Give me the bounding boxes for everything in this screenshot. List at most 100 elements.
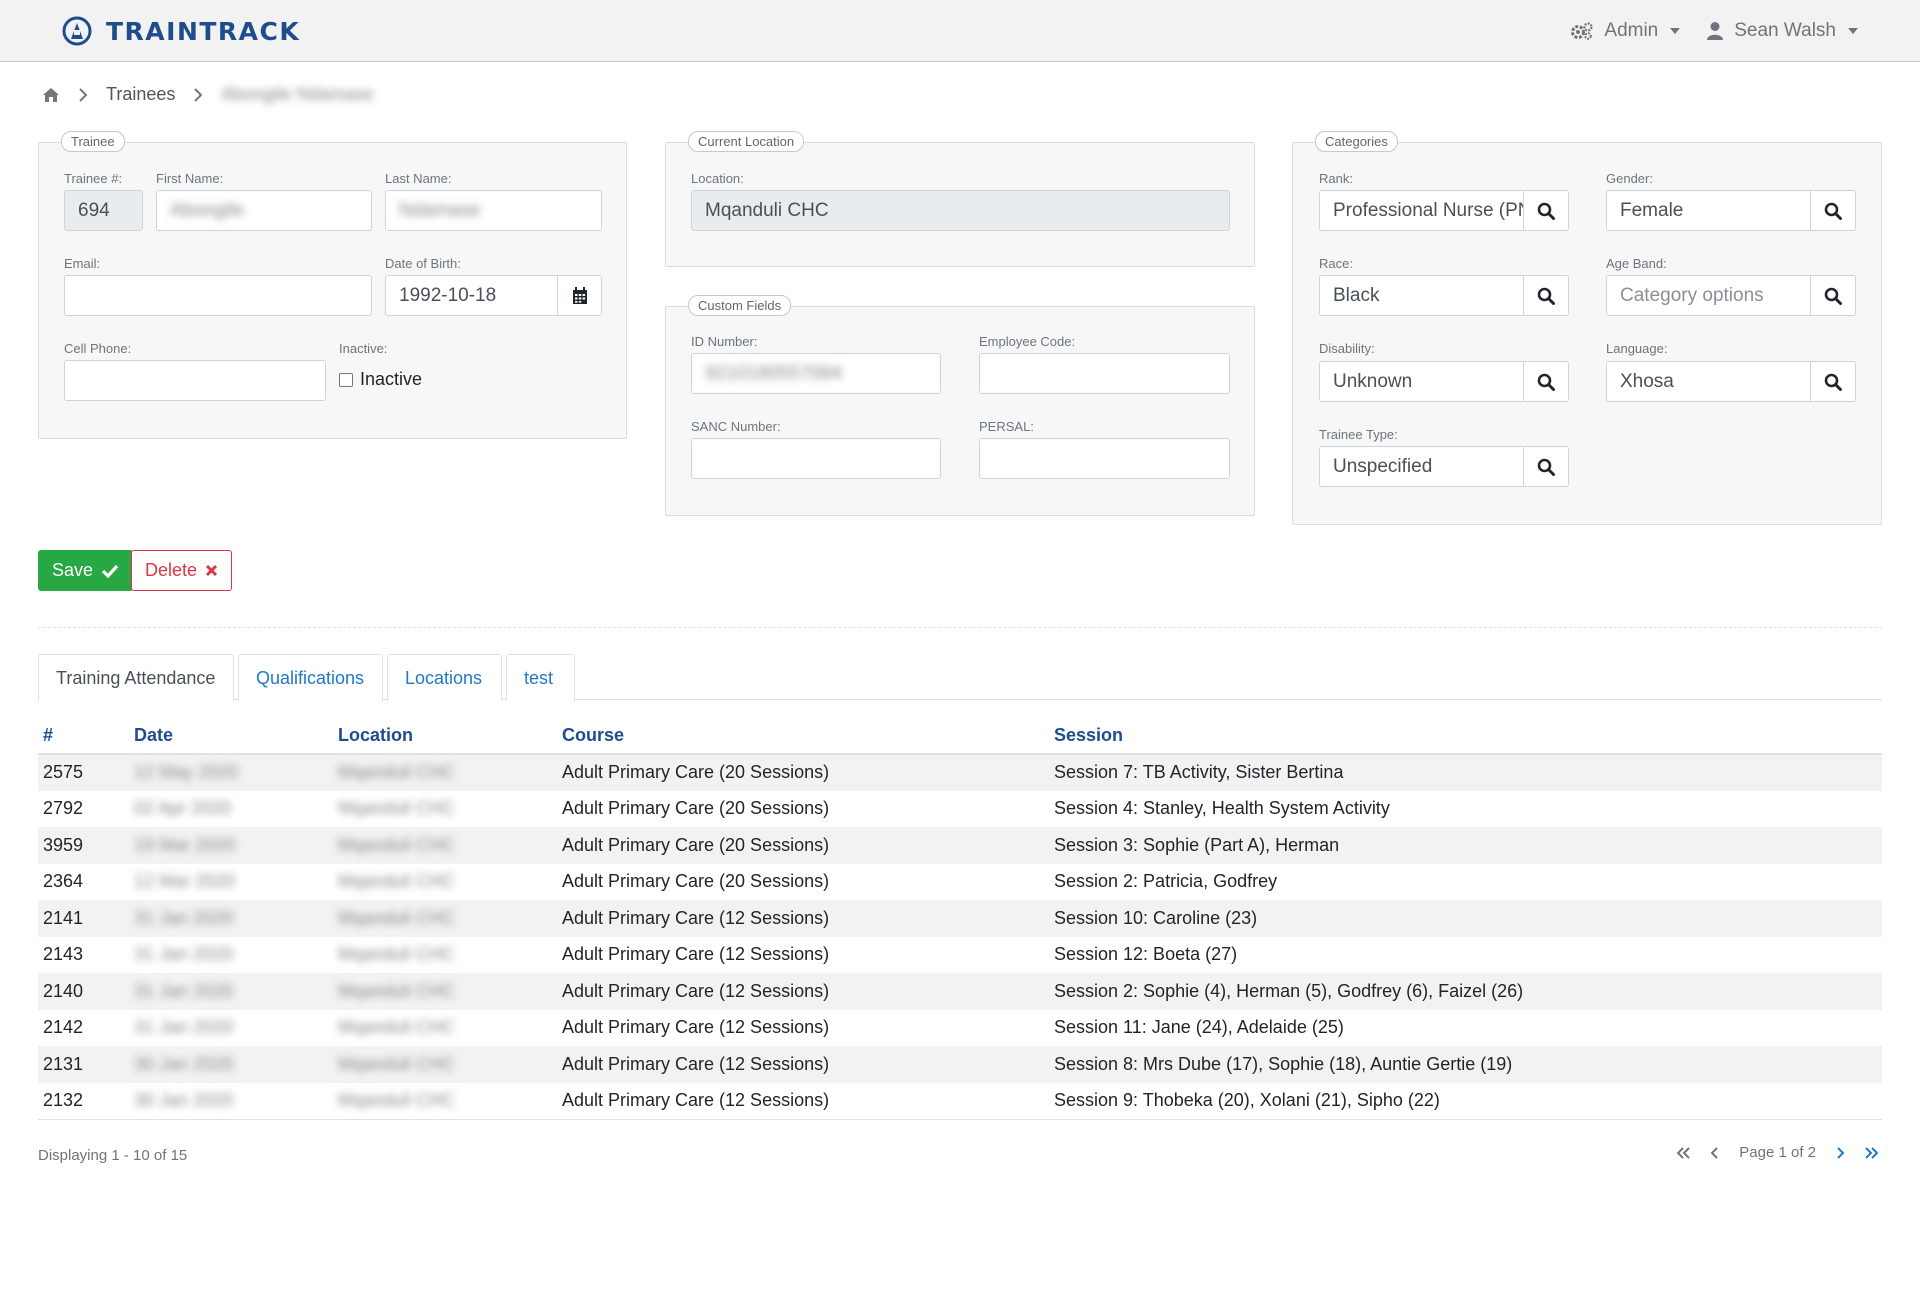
- language-search-button[interactable]: [1810, 361, 1856, 402]
- table-row[interactable]: 2142 31 Jan 2020 Mqanduli CHC Adult Primary…: [38, 1010, 1882, 1047]
- page-indicator: Page 1 of 2: [1739, 1144, 1816, 1161]
- close-icon: [205, 564, 218, 577]
- race-search-button[interactable]: [1523, 275, 1569, 316]
- rank-search-button[interactable]: [1523, 190, 1569, 231]
- double-chevron-left-icon: [1677, 1146, 1690, 1159]
- search-icon: [1824, 373, 1842, 391]
- table-row[interactable]: 2140 31 Jan 2020 Mqanduli CHC Adult Primary…: [38, 973, 1882, 1010]
- cell-course: Adult Primary Care (12 Sessions): [557, 973, 1049, 1010]
- table-row[interactable]: 2131 30 Jan 2020 Mqanduli CHC Adult Primary…: [38, 1046, 1882, 1083]
- cell-location: Mqanduli CHC: [333, 973, 557, 1010]
- cell-session: Session 4: Stanley, Health System Activi…: [1054, 798, 1390, 819]
- user-menu[interactable]: Sean Walsh: [1706, 20, 1858, 42]
- gender-field[interactable]: Female: [1606, 190, 1810, 231]
- persal-field[interactable]: [979, 438, 1230, 479]
- last-name-field[interactable]: Ndamase: [385, 190, 602, 231]
- employee-code-field[interactable]: [979, 353, 1230, 394]
- brand[interactable]: TRAINTRACK: [62, 14, 300, 48]
- disability-field[interactable]: Unknown: [1319, 361, 1523, 402]
- gender-search-button[interactable]: [1810, 190, 1856, 231]
- calendar-button[interactable]: [557, 275, 602, 316]
- cell-session: Session 2: Sophie (4), Herman (5), Godfr…: [1049, 973, 1882, 1010]
- tab-qualifications[interactable]: Qualifications: [238, 654, 383, 701]
- age-band-search-button[interactable]: [1810, 275, 1856, 316]
- first-name-label: First Name:: [156, 171, 224, 186]
- gender-label: Gender:: [1606, 171, 1653, 186]
- delete-button-label: Delete: [145, 560, 198, 580]
- tab-training-attendance[interactable]: Training Attendance: [38, 654, 234, 701]
- first-name-field[interactable]: Abongile: [156, 190, 372, 231]
- id-number-label: ID Number:: [691, 334, 758, 349]
- trainee-no-label: Trainee #:: [64, 171, 123, 186]
- table-row[interactable]: 2141 31 Jan 2020 Mqanduli CHC Adult Primary…: [38, 900, 1882, 937]
- next-page-button[interactable]: [1836, 1146, 1844, 1159]
- sanc-number-field[interactable]: [691, 438, 941, 479]
- cell-location: Mqanduli CHC: [338, 944, 456, 965]
- cell-date: 31 Jan 2020: [129, 900, 333, 937]
- tab-test[interactable]: test: [506, 654, 575, 701]
- user-icon: [1707, 22, 1724, 40]
- attendance-table: # Date Location Course Session 2575 12 Ma…: [38, 718, 1882, 1120]
- inactive-checkbox[interactable]: [339, 372, 353, 387]
- cell-date: 19 Mar 2020: [129, 827, 333, 864]
- save-button[interactable]: Save: [38, 550, 134, 591]
- trainee-type-label: Trainee Type:: [1319, 427, 1398, 442]
- race-field[interactable]: Black: [1319, 275, 1523, 316]
- home-icon[interactable]: [42, 87, 60, 103]
- chevron-right-icon: [194, 87, 203, 102]
- email-label: Email:: [64, 256, 101, 271]
- race-label: Race:: [1319, 256, 1353, 271]
- top-navbar: TRAINTRACK Admin Sean Walsh: [0, 0, 1920, 62]
- table-header-row: # Date Location Course Session: [38, 718, 1882, 755]
- tab-locations[interactable]: Locations: [387, 654, 502, 701]
- table-row[interactable]: 3959 19 Mar 2020 Mqanduli CHC Adult Primary…: [38, 827, 1882, 864]
- admin-label: Admin: [1604, 20, 1659, 41]
- search-icon: [1537, 287, 1555, 305]
- age-band-field[interactable]: Category options: [1606, 275, 1810, 316]
- cell-location: Mqanduli CHC: [338, 871, 456, 892]
- email-field[interactable]: [64, 275, 372, 316]
- id-number-field[interactable]: 9210180557084: [691, 353, 941, 394]
- cell-course: Adult Primary Care (12 Sessions): [562, 1017, 830, 1038]
- categories-fieldset: Categories Rank: Professional Nurse (PN)…: [1292, 131, 1882, 525]
- save-button-label: Save: [52, 560, 94, 580]
- rank-field[interactable]: Professional Nurse (PN): [1319, 190, 1523, 231]
- cell-number: 2132: [38, 1082, 129, 1120]
- col-header-number[interactable]: #: [38, 718, 129, 755]
- chevron-down-icon: [1670, 28, 1681, 34]
- col-header-date[interactable]: Date: [129, 718, 333, 755]
- table-row[interactable]: 2792 02 Apr 2020 Mqanduli CHC Adult Primary…: [38, 791, 1882, 828]
- cell-date: 31 Jan 2020: [134, 1017, 234, 1038]
- breadcrumb-trainees[interactable]: Trainees: [106, 84, 175, 105]
- inactive-checkbox-row[interactable]: Inactive: [339, 369, 422, 390]
- cell-location: Mqanduli CHC: [338, 798, 456, 819]
- trainee-type-search-button[interactable]: [1523, 446, 1569, 487]
- cell-phone-field[interactable]: [64, 360, 326, 401]
- cell-course: Adult Primary Care (12 Sessions): [557, 900, 1049, 937]
- tab-bar: Training Attendance Qualifications Locat…: [38, 654, 1882, 701]
- table-row[interactable]: 2132 30 Jan 2020 Mqanduli CHC Adult Primary…: [38, 1082, 1882, 1120]
- cell-location: Mqanduli CHC: [333, 827, 557, 864]
- traintrack-logo-icon: [62, 16, 92, 46]
- prev-page-button[interactable]: [1711, 1146, 1719, 1159]
- disability-search-button[interactable]: [1523, 361, 1569, 402]
- col-header-course[interactable]: Course: [557, 718, 1049, 755]
- first-page-button[interactable]: [1677, 1146, 1691, 1159]
- admin-menu[interactable]: Admin: [1570, 20, 1681, 42]
- language-field[interactable]: Xhosa: [1606, 361, 1810, 402]
- search-icon: [1824, 287, 1842, 305]
- dob-field[interactable]: 1992-10-18: [385, 275, 557, 316]
- cell-number: 2792: [43, 798, 84, 819]
- cell-course: Adult Primary Care (20 Sessions): [562, 871, 830, 892]
- col-header-location[interactable]: Location: [333, 718, 557, 755]
- table-row[interactable]: 2143 31 Jan 2020 Mqanduli CHC Adult Primary…: [38, 937, 1882, 974]
- trainee-type-field[interactable]: Unspecified: [1319, 446, 1523, 487]
- cell-location: Mqanduli CHC: [333, 1046, 557, 1083]
- cell-location: Mqanduli CHC: [338, 1017, 456, 1038]
- cell-course: Adult Primary Care (20 Sessions): [557, 827, 1049, 864]
- table-row[interactable]: 2575 12 May 2020 Mqanduli CHC Adult Primary…: [38, 754, 1882, 791]
- table-row[interactable]: 2364 12 Mar 2020 Mqanduli CHC Adult Primary…: [38, 864, 1882, 901]
- delete-button[interactable]: Delete: [131, 550, 233, 591]
- col-header-session[interactable]: Session: [1049, 718, 1882, 755]
- last-page-button[interactable]: [1864, 1146, 1878, 1159]
